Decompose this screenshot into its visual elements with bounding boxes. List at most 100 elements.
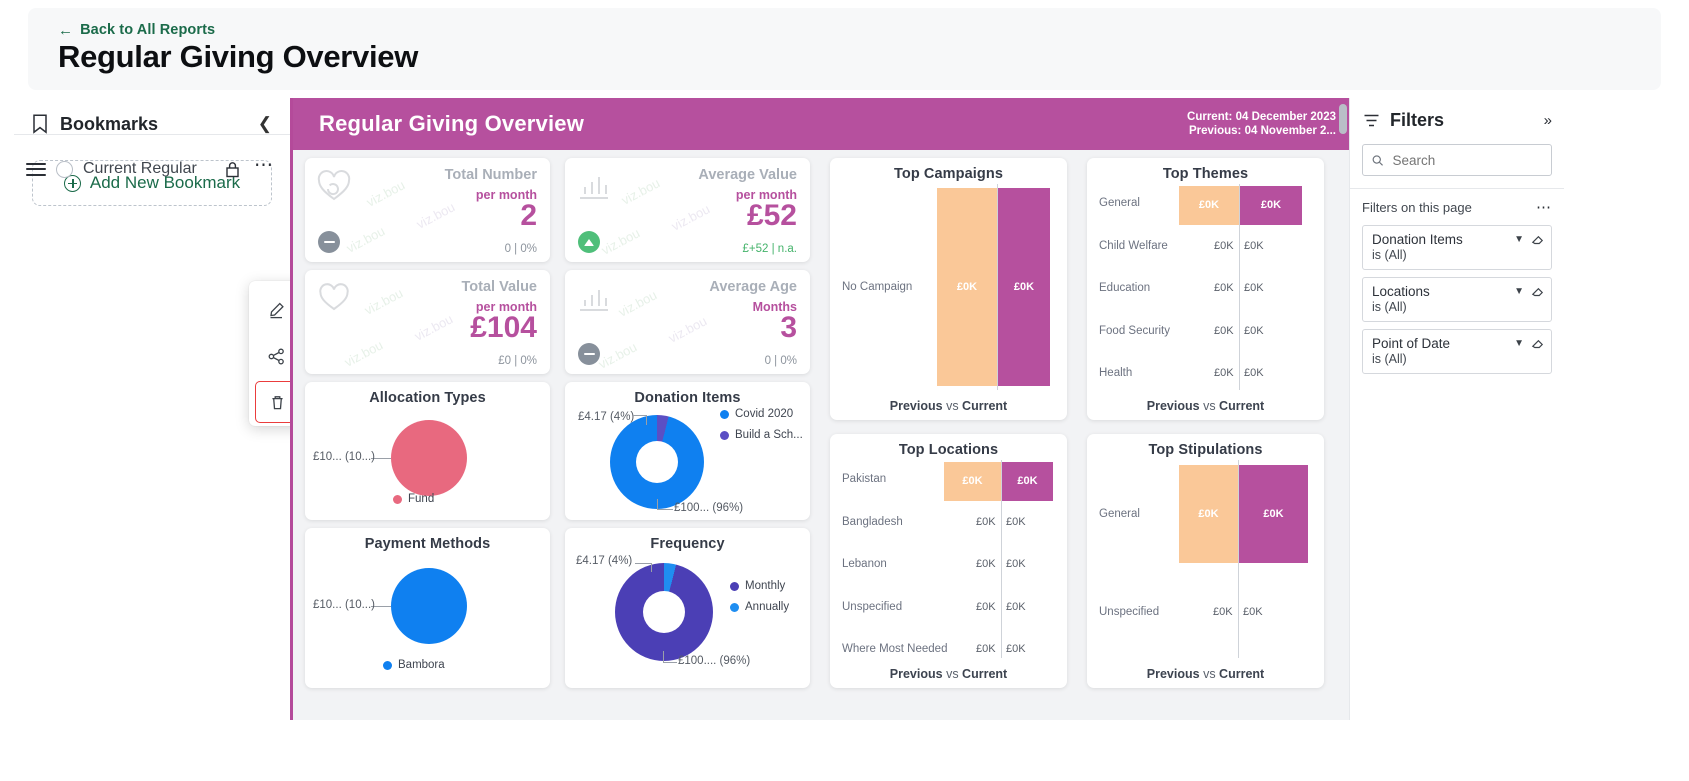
- bar-row[interactable]: Health £0K £0K: [1087, 354, 1324, 397]
- drag-handle-icon[interactable]: [26, 159, 46, 179]
- pie-value-label-large: £100... (96%): [674, 502, 744, 514]
- lock-icon[interactable]: [225, 161, 240, 178]
- kpi-card-average-age[interactable]: viz.bou viz.bou viz.bou Average Age Mont…: [565, 270, 810, 374]
- chart-card-allocation-types[interactable]: Allocation Types £10... (10...) Fund: [305, 382, 550, 520]
- bar-current[interactable]: £0K: [998, 188, 1050, 386]
- filter-card-point-of-date[interactable]: Point of Date is (All) ▼: [1362, 329, 1552, 374]
- chart-card-top-themes[interactable]: Top Themes General £0K £0K Child Welfare: [1087, 158, 1324, 420]
- footer-current: Current: [1219, 399, 1265, 413]
- bar-row[interactable]: General £0K £0K: [1087, 460, 1324, 568]
- radio-unchecked-icon[interactable]: [56, 160, 73, 178]
- bar-value-label: £0K: [1006, 643, 1026, 655]
- eraser-icon[interactable]: [1531, 285, 1544, 298]
- bar-value-label: £0K: [1243, 606, 1263, 618]
- bar-previous[interactable]: £0K: [944, 462, 1001, 501]
- chart-card-top-stipulations[interactable]: Top Stipulations General £0K £0K Unspeci…: [1087, 434, 1324, 688]
- footer-vs: vs: [942, 667, 963, 681]
- chart-title: Top Locations: [898, 442, 999, 458]
- legend-item-covid-2020[interactable]: Covid 2020: [720, 408, 803, 420]
- bar-chart-top-campaigns: No Campaign £0K £0K: [830, 184, 1067, 390]
- bar-row[interactable]: Food Security £0K £0K: [1087, 312, 1324, 355]
- chart-card-frequency[interactable]: Frequency £4.17 (4%) £100.... (96%) Mont…: [565, 528, 810, 688]
- legend-item-annually[interactable]: Annually: [730, 601, 789, 613]
- bar-value-label: £0K: [976, 643, 996, 655]
- chevron-down-icon[interactable]: ▼: [1514, 234, 1524, 245]
- pie-leader-line: [635, 563, 652, 564]
- kpi-card-average-value[interactable]: viz.bou viz.bou viz.bou Average Value pe…: [565, 158, 810, 262]
- report-date-range: Current: 04 December 2023 Previous: 04 N…: [1187, 110, 1336, 138]
- kpi-card-total-number[interactable]: viz.bou viz.bou viz.bou Total Number per…: [305, 158, 550, 262]
- bar-category-label: General: [1099, 197, 1140, 209]
- bookmark-list-item[interactable]: Current Regular ⋯: [14, 152, 286, 186]
- bar-row[interactable]: Bangladesh £0K £0K: [830, 503, 1067, 546]
- filters-search-input[interactable]: [1392, 152, 1542, 168]
- eraser-icon[interactable]: [1531, 233, 1544, 246]
- pie-leader-line: [633, 415, 647, 416]
- legend-item-monthly[interactable]: Monthly: [730, 580, 789, 592]
- legend-label: Monthly: [745, 580, 786, 592]
- bar-value-label: £0K: [1198, 199, 1220, 212]
- bar-category-label: Bangladesh: [842, 515, 903, 528]
- bar-previous[interactable]: £0K: [1179, 465, 1238, 563]
- bar-row[interactable]: Education £0K £0K: [1087, 269, 1324, 312]
- eraser-icon[interactable]: [1531, 337, 1544, 350]
- current-date-value: 04 December 2023: [1235, 111, 1336, 123]
- legend-item-build-a-school[interactable]: Build a Sch...: [720, 429, 803, 441]
- previous-date-value: 04 November 2...: [1244, 125, 1336, 137]
- pie-slice-bambora[interactable]: [391, 568, 467, 644]
- bar-chart-icon: [580, 290, 608, 311]
- chart-card-payment-methods[interactable]: Payment Methods £10... (10...) Bambora: [305, 528, 550, 688]
- bar-row[interactable]: Unspecified £0K £0K: [1087, 568, 1324, 656]
- legend-item-bambora[interactable]: Bambora: [383, 659, 445, 671]
- bar-row[interactable]: Pakistan £0K £0K: [830, 460, 1067, 503]
- bar-value-label: £0K: [976, 515, 996, 528]
- pie-slice-fund[interactable]: [391, 420, 467, 496]
- search-icon: [1372, 154, 1383, 166]
- kpi-delta: 0 | 0%: [504, 243, 537, 255]
- legend-item-fund[interactable]: Fund: [393, 493, 434, 505]
- app-root: ← Back to All Reports Regular Giving Ove…: [0, 0, 1689, 781]
- bar-current[interactable]: £0K: [1002, 462, 1053, 501]
- chart-card-top-locations[interactable]: Top Locations Pakistan £0K £0K Banglades…: [830, 434, 1067, 688]
- bar-row[interactable]: Child Welfare £0K £0K: [1087, 227, 1324, 270]
- chart-card-donation-items[interactable]: Donation Items £4.17 (4%) £100... (96%) …: [565, 382, 810, 520]
- bar-previous[interactable]: £0K: [1179, 186, 1239, 225]
- current-date-label: Current:: [1187, 111, 1233, 123]
- chart-footer: Previous vs Current: [830, 399, 1067, 413]
- report-scrollbar-thumb[interactable]: [1339, 104, 1347, 134]
- bar-value-label: £0K: [1198, 508, 1219, 520]
- legend-label: Annually: [745, 601, 790, 613]
- bookmark-more-icon[interactable]: ⋯: [250, 154, 278, 185]
- bar-previous[interactable]: £0K: [937, 188, 997, 386]
- report-visual-area: viz.bou viz.bou viz.bou Total Number per…: [293, 150, 1349, 720]
- chart-legend: Bambora: [383, 659, 445, 680]
- bar-value-label: £0K: [1213, 606, 1233, 618]
- chevron-down-icon[interactable]: ▼: [1514, 338, 1524, 349]
- chart-card-top-campaigns[interactable]: Top Campaigns No Campaign £0K £0K Previo…: [830, 158, 1067, 420]
- chevron-left-icon[interactable]: ❮: [254, 114, 276, 134]
- bar-current[interactable]: £0K: [1239, 465, 1308, 563]
- bar-value-label: £0K: [1260, 199, 1282, 212]
- bar-growth-icon: [580, 177, 608, 199]
- filters-search-box[interactable]: [1362, 144, 1552, 176]
- kpi-label: Total Value: [461, 279, 537, 295]
- chart-legend: Monthly Annually: [730, 580, 789, 622]
- footer-current: Current: [962, 399, 1008, 413]
- bar-row[interactable]: Unspecified £0K £0K: [830, 588, 1067, 631]
- bar-row[interactable]: Lebanon £0K £0K: [830, 545, 1067, 588]
- bar-row[interactable]: No Campaign £0K £0K: [830, 184, 1067, 390]
- filter-card-donation-items[interactable]: Donation Items is (All) ▼: [1362, 225, 1552, 270]
- filter-actions: ▼: [1514, 337, 1544, 350]
- back-to-all-reports-link[interactable]: ← Back to All Reports: [58, 22, 215, 38]
- report-canvas: Regular Giving Overview Current: 04 Dece…: [290, 98, 1349, 720]
- kpi-card-total-value[interactable]: viz.bou viz.bou viz.bou Total Value per …: [305, 270, 550, 374]
- filters-section-more-icon[interactable]: ⋯: [1536, 198, 1552, 216]
- donut-chart-frequency: £4.17 (4%) £100.... (96%) Monthly Annual…: [565, 528, 810, 688]
- chevrons-right-icon[interactable]: »: [1544, 112, 1552, 129]
- bar-value-label: £0K: [1214, 324, 1234, 337]
- bar-row[interactable]: General £0K £0K: [1087, 184, 1324, 227]
- bar-current[interactable]: £0K: [1240, 186, 1302, 225]
- chevron-down-icon[interactable]: ▼: [1514, 286, 1524, 297]
- previous-date-label: Previous:: [1188, 125, 1242, 137]
- filter-card-locations[interactable]: Locations is (All) ▼: [1362, 277, 1552, 322]
